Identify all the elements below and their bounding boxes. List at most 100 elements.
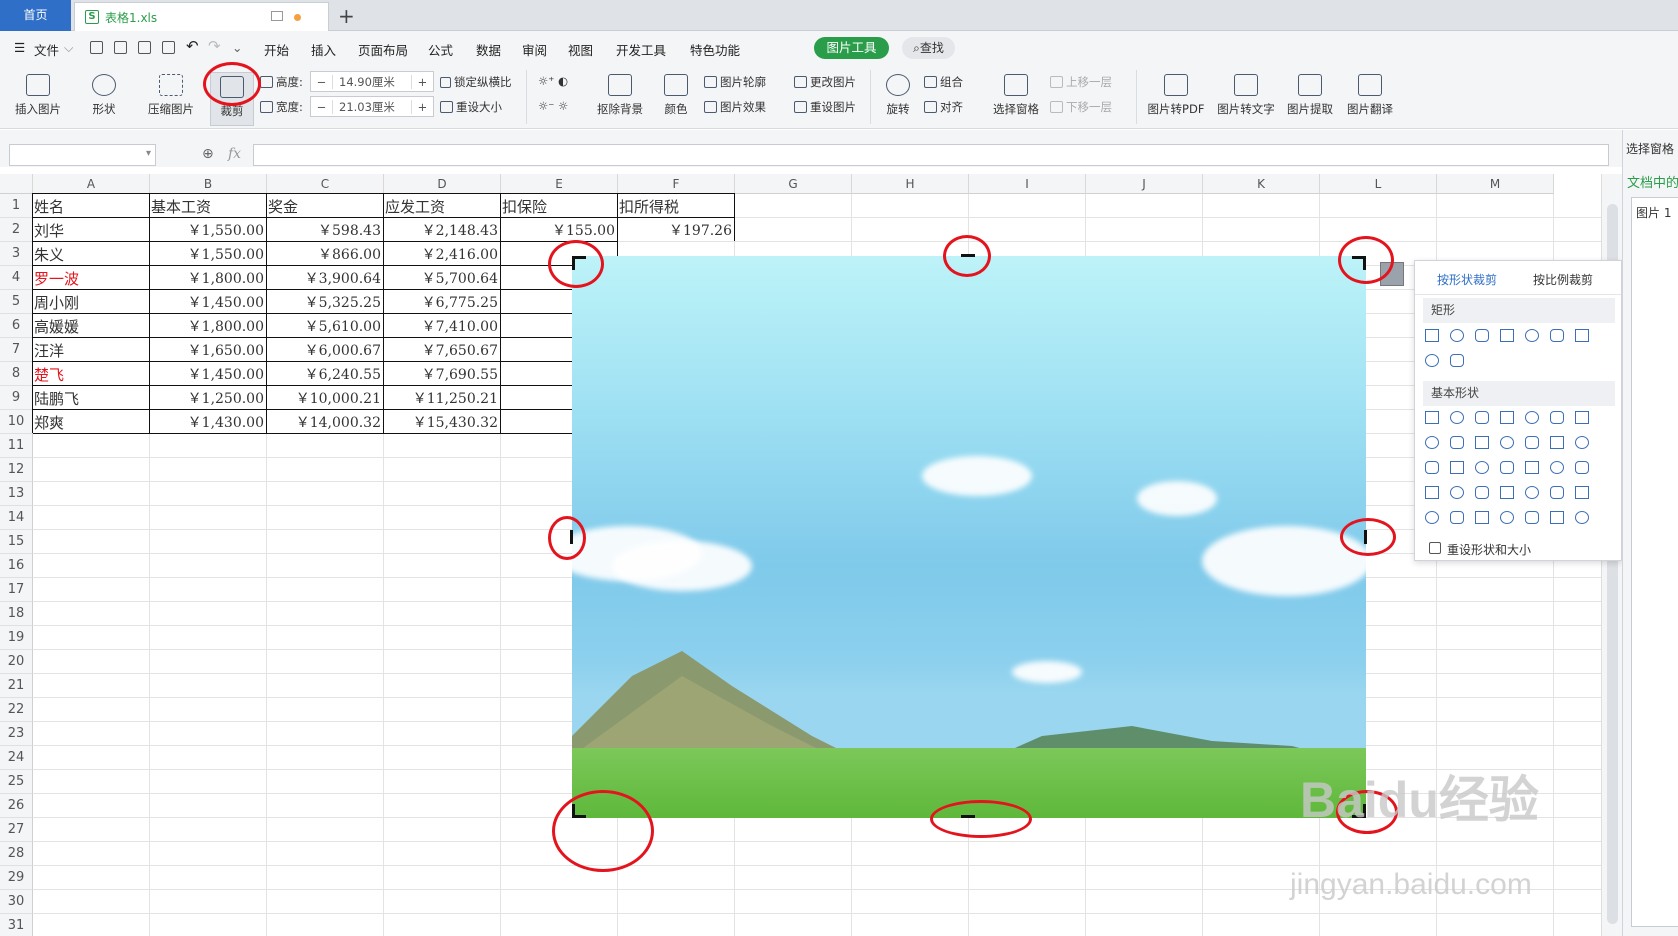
table-cell[interactable]: ￥6,240.55 <box>268 362 383 386</box>
crop-shape-option-icon[interactable] <box>1500 411 1514 424</box>
table-cell[interactable]: ￥1,550.00 <box>151 218 266 242</box>
width-stepper[interactable]: −21.03厘米 + <box>310 96 434 117</box>
crop-shape-option-icon[interactable] <box>1425 461 1439 474</box>
row-header[interactable]: 2 <box>0 218 33 242</box>
effect-button[interactable]: 图片效果 <box>704 99 766 115</box>
crop-shape-option-icon[interactable] <box>1575 461 1589 474</box>
column-header[interactable]: H <box>852 174 969 194</box>
brightness-up-icon[interactable]: ☼⁺ ◐ <box>538 74 568 88</box>
translate-button[interactable]: 图片翻译 <box>1344 74 1396 117</box>
reset-size-button[interactable]: 重设大小 <box>440 99 502 115</box>
to-pdf-button[interactable]: 图片转PDF <box>1144 74 1208 117</box>
crop-shape-option-icon[interactable] <box>1525 329 1539 342</box>
crop-shape-option-icon[interactable] <box>1425 436 1439 449</box>
row-header[interactable]: 17 <box>0 578 33 602</box>
menu-data[interactable]: 数据 <box>476 40 501 59</box>
tab-home[interactable]: 首页 <box>0 0 71 31</box>
row-header[interactable]: 8 <box>0 362 33 386</box>
crop-shape-option-icon[interactable] <box>1550 486 1564 499</box>
insert-picture-button[interactable]: 插入图片 <box>10 74 66 117</box>
lock-ratio-checkbox[interactable]: 锁定纵横比 <box>440 74 512 90</box>
table-cell[interactable]: 周小刚 <box>34 290 149 314</box>
crop-shape-option-icon[interactable] <box>1425 329 1439 342</box>
reset-shape-button[interactable]: 重设形状和大小 <box>1429 541 1531 558</box>
crop-shape-option-icon[interactable] <box>1525 436 1539 449</box>
row-header[interactable]: 24 <box>0 746 33 770</box>
crop-shape-option-icon[interactable] <box>1550 411 1564 424</box>
table-cell[interactable]: 朱义 <box>34 242 149 266</box>
fx-icon[interactable]: fx <box>228 146 241 162</box>
table-cell[interactable]: ￥1,650.00 <box>151 338 266 362</box>
row-header[interactable]: 14 <box>0 506 33 530</box>
crop-shape-option-icon[interactable] <box>1475 329 1489 342</box>
select-all-corner[interactable] <box>0 174 33 194</box>
menu-review[interactable]: 审阅 <box>522 40 547 59</box>
color-button[interactable]: 颜色 <box>656 74 696 117</box>
column-header[interactable]: C <box>267 174 384 194</box>
undo-icon[interactable]: ↶ <box>186 37 199 55</box>
group-button[interactable]: 组合 <box>924 74 963 90</box>
select-pane-button[interactable]: 选择窗格 <box>988 74 1044 117</box>
crop-shape-option-icon[interactable] <box>1525 511 1539 524</box>
crop-shape-option-icon[interactable] <box>1450 329 1464 342</box>
crop-shape-option-icon[interactable] <box>1525 461 1539 474</box>
table-cell[interactable]: ￥155.00 <box>502 218 617 242</box>
shape-button[interactable]: 形状 <box>84 74 124 117</box>
table-cell[interactable]: ￥1,800.00 <box>151 314 266 338</box>
menu-file[interactable]: 文件 <box>34 40 59 59</box>
crop-shape-option-icon[interactable] <box>1575 486 1589 499</box>
bring-forward-button[interactable]: 上移一层 <box>1050 74 1112 90</box>
crop-shape-option-icon[interactable] <box>1525 411 1539 424</box>
table-cell[interactable]: ￥10,000.21 <box>268 386 383 410</box>
send-backward-button[interactable]: 下移一层 <box>1050 99 1112 115</box>
row-header[interactable]: 28 <box>0 842 33 866</box>
row-header[interactable]: 30 <box>0 890 33 914</box>
row-header[interactable]: 27 <box>0 818 33 842</box>
tab-file[interactable]: S 表格1.xls <box>74 2 329 31</box>
crop-shape-option-icon[interactable] <box>1425 411 1439 424</box>
table-cell[interactable]: ￥7,690.55 <box>385 362 500 386</box>
crop-shape-option-icon[interactable] <box>1475 436 1489 449</box>
row-header[interactable]: 18 <box>0 602 33 626</box>
table-cell[interactable]: 高媛媛 <box>34 314 149 338</box>
menu-formula[interactable]: 公式 <box>428 40 453 59</box>
minus-icon[interactable]: − <box>311 74 333 89</box>
table-cell[interactable]: ￥2,148.43 <box>385 218 500 242</box>
compress-button[interactable]: 压缩图片 <box>144 74 198 117</box>
table-cell[interactable]: 陆鹏飞 <box>34 386 149 410</box>
zoom-icon[interactable]: ⊕ <box>202 146 214 162</box>
table-header-cell[interactable]: 扣所得税 <box>619 194 734 218</box>
row-header[interactable]: 3 <box>0 242 33 266</box>
selection-item[interactable]: 图片 1 <box>1636 204 1671 221</box>
row-header[interactable]: 15 <box>0 530 33 554</box>
table-header-cell[interactable]: 应发工资 <box>385 194 500 218</box>
crop-shape-option-icon[interactable] <box>1550 436 1564 449</box>
table-cell[interactable]: ￥866.00 <box>268 242 383 266</box>
formula-input[interactable] <box>253 144 1609 166</box>
menu-start[interactable]: 开始 <box>264 40 289 59</box>
row-header[interactable]: 12 <box>0 458 33 482</box>
table-cell[interactable]: ￥1,450.00 <box>151 290 266 314</box>
table-cell[interactable]: ￥6,775.25 <box>385 290 500 314</box>
reset-picture-button[interactable]: 重设图片 <box>794 99 856 115</box>
brightness-down-icon[interactable]: ☼⁻ ☼ <box>538 99 568 113</box>
redo-icon[interactable]: ↷ <box>208 37 221 55</box>
height-value[interactable]: 14.90厘米 <box>333 74 411 90</box>
row-header[interactable]: 31 <box>0 914 33 936</box>
table-cell[interactable]: ￥1,430.00 <box>151 410 266 434</box>
menu-insert[interactable]: 插入 <box>311 40 336 59</box>
crop-shape-option-icon[interactable] <box>1450 486 1464 499</box>
chevron-down-icon[interactable]: ⌵ <box>64 40 73 56</box>
landscape-picture[interactable] <box>572 256 1366 818</box>
table-cell[interactable]: ￥1,550.00 <box>151 242 266 266</box>
crop-shape-option-icon[interactable] <box>1500 486 1514 499</box>
save-icon[interactable] <box>90 41 103 54</box>
column-header[interactable]: J <box>1086 174 1203 194</box>
hamburger-icon[interactable]: ☰ <box>14 40 25 55</box>
row-header[interactable]: 13 <box>0 482 33 506</box>
crop-shape-option-icon[interactable] <box>1475 411 1489 424</box>
row-header[interactable]: 1 <box>0 194 33 218</box>
column-header[interactable]: F <box>618 174 735 194</box>
table-header-cell[interactable]: 基本工资 <box>151 194 266 218</box>
crop-shape-option-icon[interactable] <box>1575 411 1589 424</box>
